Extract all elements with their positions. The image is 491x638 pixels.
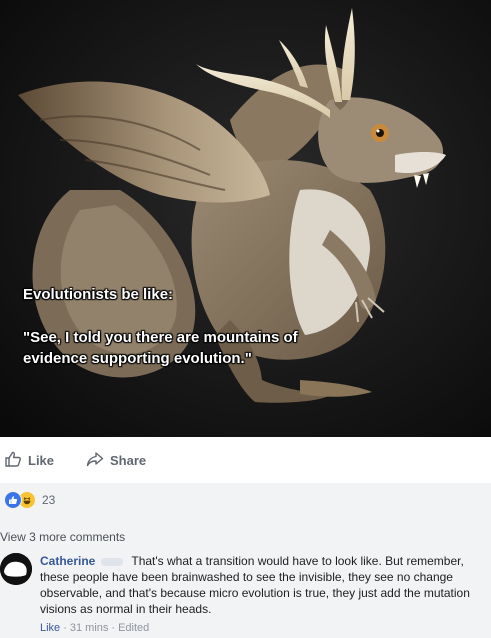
share-arrow-icon [86,450,104,471]
meme-caption-heading: Evolutionists be like: [23,286,174,303]
comments-section: 23 View 3 more comments Catherine That's … [0,483,491,638]
like-button-label: Like [28,452,55,468]
comment-edited-label[interactable]: Edited [118,622,149,634]
comment-meta: Like · 31 mins · Edited [40,622,150,634]
comment-author-link[interactable]: Catherine [40,554,95,568]
reactions-summary[interactable]: 23 [4,491,55,509]
comment: Catherine That's what a transition would … [40,553,476,617]
jackalope-squirrel-illustration [0,0,491,437]
like-button[interactable]: Like [0,445,58,475]
share-button-label: Share [110,452,147,468]
share-button[interactable]: Share [82,445,150,475]
comment-like-link[interactable]: Like [40,622,60,634]
view-more-comments-link[interactable]: View 3 more comments [0,530,125,544]
thumbs-up-icon [4,450,22,471]
meme-caption-quote: "See, I told you there are mountains of … [23,329,298,367]
reaction-like-icon [4,491,22,509]
avatar[interactable] [0,553,32,585]
comment-timestamp[interactable]: 31 mins [70,622,109,634]
post-action-bar: Like Share [0,437,491,484]
post-image[interactable]: Evolutionists be like: "See, I told you … [0,0,491,437]
redacted-name-mark [101,557,124,566]
reaction-count: 23 [42,493,56,507]
